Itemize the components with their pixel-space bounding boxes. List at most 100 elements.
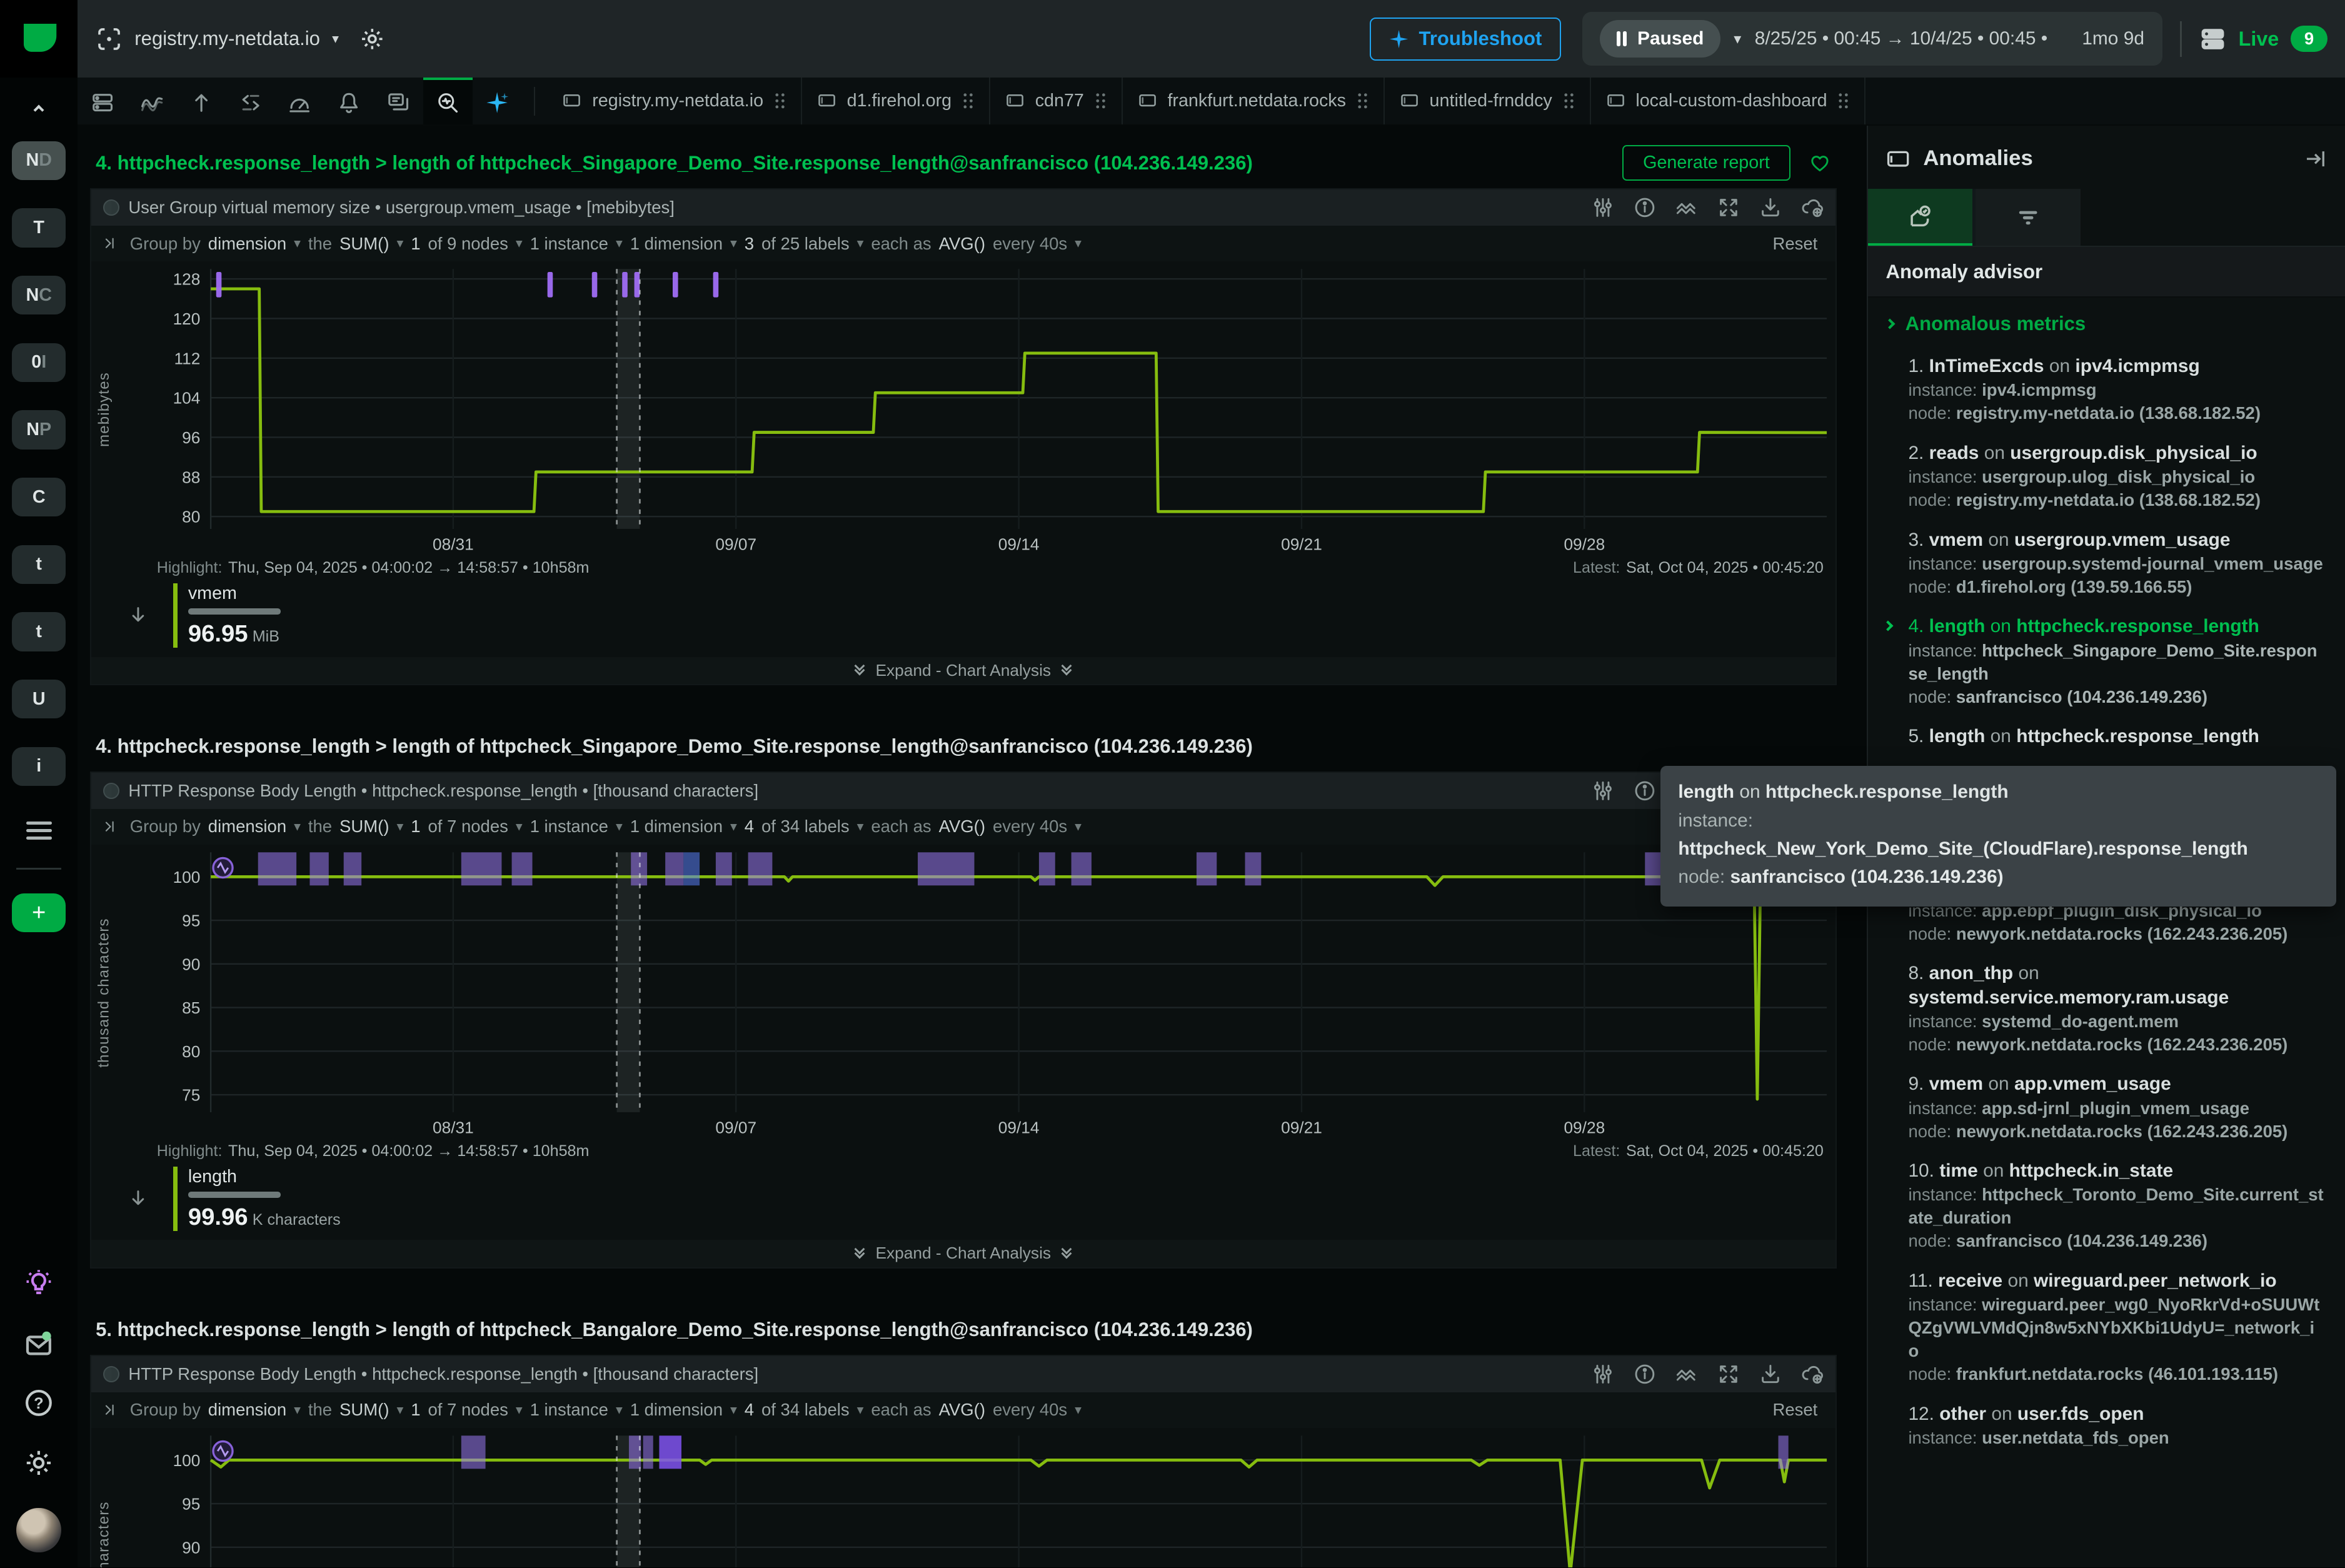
node-selector[interactable]: registry.my-netdata.io ▾ (96, 26, 339, 53)
chart-canvas[interactable]: 100959085807508/3109/0709/1409/2109/28 (118, 1428, 1835, 1567)
settings-gear-icon[interactable] (24, 1448, 54, 1478)
control-val[interactable]: AVG() (939, 817, 985, 837)
control-mid[interactable]: of 7 nodes (428, 1400, 508, 1420)
tab-cdn77[interactable]: cdn77 (990, 78, 1123, 124)
drag-dots-icon[interactable] (1563, 92, 1575, 110)
tabbar-functions-icon[interactable] (226, 78, 275, 124)
anomaly-item-11[interactable]: 11. receive on wireguard.peer_network_io… (1868, 1265, 2345, 1394)
space-badge-0i[interactable]: 0I (12, 343, 66, 382)
control-val[interactable]: SUM() (339, 817, 389, 837)
drag-dots-icon[interactable] (774, 92, 786, 110)
tabbar-metrics-icon[interactable] (127, 78, 176, 124)
tabbar-nodes-icon[interactable] (78, 78, 127, 124)
lightbulb-icon[interactable] (24, 1269, 54, 1299)
generate-report-button[interactable]: Generate report (1622, 145, 1790, 181)
tabbar-top-icon[interactable] (176, 78, 226, 124)
control-chev[interactable]: ▾ (616, 819, 623, 835)
control-chev[interactable]: ▾ (1075, 819, 1082, 835)
invite-envelope-icon[interactable] (24, 1329, 54, 1359)
control-mid[interactable]: of 25 labels (761, 234, 850, 254)
down-arrow-icon[interactable] (127, 605, 149, 627)
control-chev[interactable]: ▾ (516, 819, 523, 835)
space-badge-u[interactable]: U (12, 680, 66, 718)
drag-dots-icon[interactable] (1357, 92, 1368, 110)
control-chev[interactable]: ▾ (294, 819, 301, 835)
filters-icon[interactable] (1592, 780, 1614, 802)
control-chev[interactable]: ▾ (857, 236, 864, 251)
tabbar-dashboards-icon[interactable] (275, 78, 324, 124)
control-mid[interactable]: 1 dimension (630, 1400, 723, 1420)
collapse-right-icon[interactable] (2303, 147, 2327, 171)
chevron-right-icon[interactable] (1883, 621, 1894, 631)
control-val[interactable]: AVG() (939, 234, 985, 254)
expand-chart-analysis[interactable]: Expand - Chart Analysis (91, 657, 1835, 684)
info-icon[interactable] (1634, 196, 1656, 219)
info-icon[interactable] (1634, 780, 1656, 802)
info-icon[interactable] (1634, 1363, 1656, 1385)
expand-chart-analysis[interactable]: Expand - Chart Analysis (91, 1240, 1835, 1267)
filters-icon[interactable] (1592, 196, 1614, 219)
control-val[interactable]: 4 (745, 1400, 754, 1420)
anomaly-item-2[interactable]: 2. reads on usergroup.disk_physical_ioin… (1868, 437, 2345, 520)
control-chev[interactable]: ▾ (396, 1402, 403, 1418)
reset-button[interactable]: Reset (1772, 1400, 1817, 1420)
help-icon[interactable]: ? (24, 1388, 54, 1418)
control-mid[interactable]: 1 dimension (630, 817, 723, 837)
heart-icon[interactable] (1809, 152, 1831, 174)
control-mid[interactable]: 1 dimension (630, 234, 723, 254)
paused-pill[interactable]: Paused (1600, 20, 1720, 58)
control-val[interactable]: AVG() (939, 1400, 985, 1420)
live-count-badge[interactable]: 9 (2291, 26, 2327, 52)
control-chev[interactable]: ▾ (857, 1402, 864, 1418)
tab-local-custom-dashboard[interactable]: local-custom-dashboard (1591, 78, 1866, 124)
control-chev[interactable]: ▾ (730, 236, 737, 251)
space-badge-c[interactable]: C (12, 478, 66, 516)
control-chev[interactable]: ▾ (396, 819, 403, 835)
drag-dots-icon[interactable] (1837, 92, 1849, 110)
anomaly-item-5[interactable]: 5. length on httpcheck.response_length (1868, 720, 2345, 756)
control-chev[interactable]: ▾ (730, 1402, 737, 1418)
chart-type-icon[interactable] (103, 199, 119, 216)
tab-anomaly-advisor[interactable] (1868, 189, 1972, 246)
control-chev[interactable]: ▾ (396, 236, 403, 251)
tabbar-ai-icon[interactable] (473, 78, 522, 124)
collapse-dimensions-icon[interactable] (103, 1402, 119, 1418)
tab-anomaly-filters[interactable] (1976, 189, 2080, 246)
space-badge-np[interactable]: NP (12, 410, 66, 449)
control-val[interactable]: dimension (208, 1400, 286, 1420)
download-icon[interactable] (1759, 1363, 1782, 1385)
add-space-button[interactable]: + (12, 893, 66, 932)
space-badge-i[interactable]: i (12, 747, 66, 786)
space-badge-t[interactable]: T (12, 208, 66, 247)
control-val[interactable]: 3 (745, 234, 754, 254)
netdata-logo[interactable] (0, 0, 78, 78)
control-mid[interactable]: of 9 nodes (428, 234, 508, 254)
chart-type-icon[interactable] (103, 783, 119, 799)
drag-dots-icon[interactable] (1095, 92, 1107, 110)
control-val[interactable]: 1 (411, 817, 420, 837)
date-range[interactable]: 8/25/25 • 00:45 → 10/4/25 • 00:45 • (1755, 28, 2047, 49)
control-chev[interactable]: ▾ (1075, 236, 1082, 251)
control-val[interactable]: 4 (745, 817, 754, 837)
tab-registry.my-netdata.io[interactable]: registry.my-netdata.io (547, 78, 801, 124)
space-badge-nc[interactable]: NC (12, 276, 66, 314)
tab-untitled-frnddcy[interactable]: untitled-frnddcy (1385, 78, 1591, 124)
chart-canvas[interactable]: 100959085807508/3109/0709/1409/2109/28 (118, 845, 1835, 1141)
collapse-dimensions-icon[interactable] (103, 235, 119, 251)
cloud-upload-icon[interactable] (1801, 1363, 1824, 1385)
anomaly-item-4[interactable]: 4. length on httpcheck.response_lengthin… (1868, 610, 2345, 716)
anomaly-item-1[interactable]: 1. InTimeExcds on ipv4.icmpmsginstance: … (1868, 350, 2345, 433)
chevron-down-icon[interactable]: ▾ (1734, 30, 1741, 48)
down-arrow-icon[interactable] (127, 1188, 149, 1210)
reset-button[interactable]: Reset (1772, 234, 1817, 254)
control-mid[interactable]: 1 instance (530, 1400, 608, 1420)
user-avatar[interactable] (16, 1508, 61, 1553)
control-mid[interactable]: of 34 labels (761, 817, 850, 837)
control-chev[interactable]: ▾ (730, 819, 737, 835)
chart-type-icon[interactable] (103, 1366, 119, 1382)
anomaly-item-10[interactable]: 10. time on httpcheck.in_stateinstance: … (1868, 1155, 2345, 1260)
drag-dots-icon[interactable] (962, 92, 974, 110)
anomalous-metrics-section[interactable]: Anomalous metrics (1868, 298, 2345, 347)
time-range-panel[interactable]: Paused ▾ 8/25/25 • 00:45 → 10/4/25 • 00:… (1582, 12, 2162, 66)
troubleshoot-button[interactable]: Troubleshoot (1370, 18, 1561, 61)
